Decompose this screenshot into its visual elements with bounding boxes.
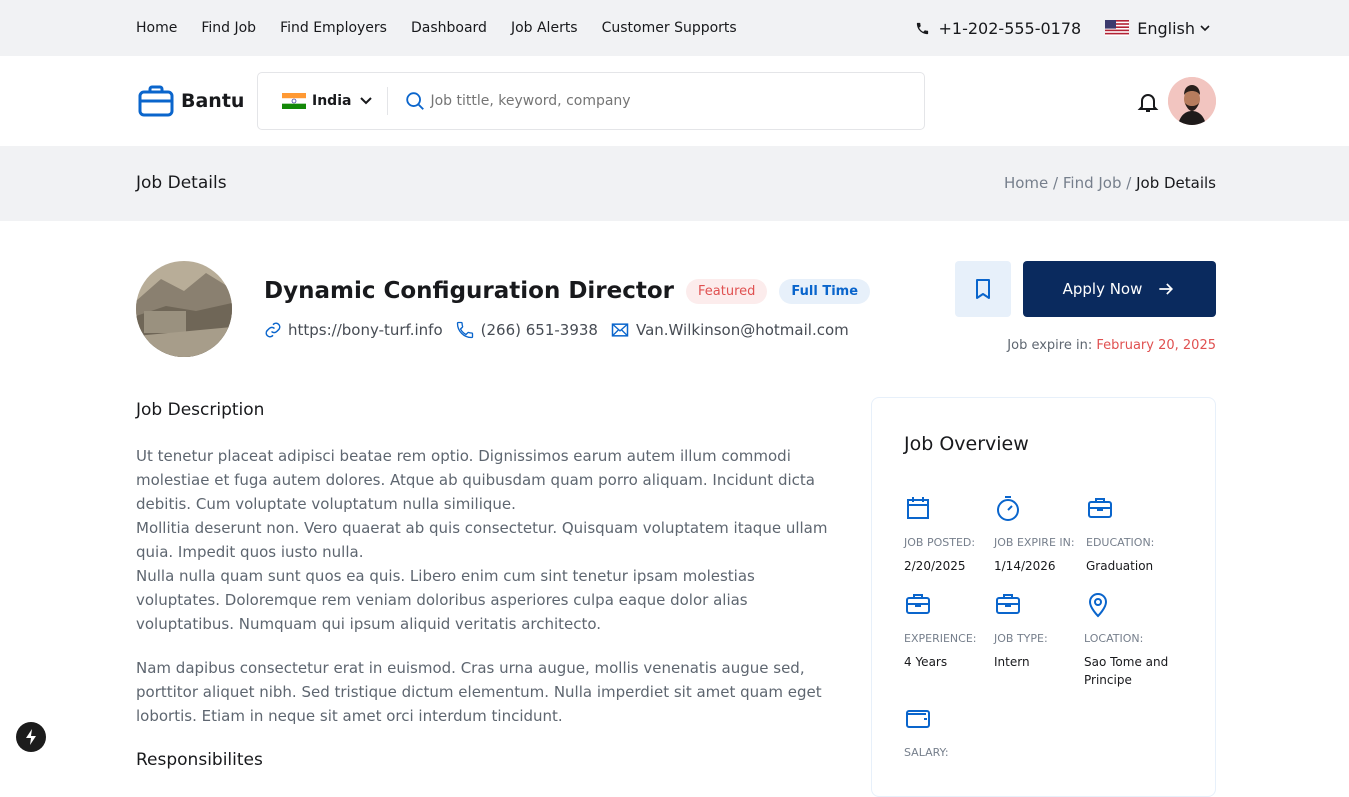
overview-education: EDUCATION: Graduation <box>1086 494 1176 575</box>
chevron-down-icon <box>360 97 373 105</box>
responsibilities-title: Responsibilites <box>136 750 263 770</box>
briefcase-icon <box>996 594 1020 614</box>
nav-job-alerts[interactable]: Job Alerts <box>511 20 578 36</box>
overview-label: SALARY: <box>904 746 949 759</box>
description-line: Nulla nulla quam sunt quos ea quis. Libe… <box>136 567 755 633</box>
description-line: Mollitia deserunt non. Vero quaerat ab q… <box>136 519 828 561</box>
briefcase-logo-icon <box>138 85 174 117</box>
india-flag-icon <box>282 93 306 109</box>
expire-label: Job expire in: <box>1007 338 1093 353</box>
chevron-down-icon <box>1200 25 1210 32</box>
support-phone[interactable]: +1-202-555-0178 <box>915 18 1082 38</box>
apply-now-label: Apply Now <box>1062 280 1143 298</box>
language-label: English <box>1137 18 1195 38</box>
logo[interactable]: Bantu <box>138 83 244 119</box>
overview-value: 1/14/2026 <box>994 559 1056 573</box>
job-overview-card: Job Overview JOB POSTED: 2/20/2025 JOB E… <box>871 397 1216 797</box>
breadcrumb-current: Job Details <box>1136 174 1216 192</box>
envelope-icon <box>611 323 629 337</box>
overview-label: EXPERIENCE: <box>904 632 977 645</box>
overview-job-expire: JOB EXPIRE IN: 1/14/2026 <box>994 494 1084 575</box>
bookmark-icon <box>976 279 990 299</box>
overview-experience: EXPERIENCE: 4 Years <box>904 590 994 671</box>
top-bar: Home Find Job Find Employers Dashboard J… <box>0 0 1349 56</box>
nav-find-job[interactable]: Find Job <box>201 20 256 36</box>
language-select[interactable]: English <box>1105 19 1215 38</box>
phone-icon <box>916 22 928 34</box>
overview-label: LOCATION: <box>1084 632 1144 645</box>
breadcrumb-bar: Job Details Home / Find Job / Job Detail… <box>0 146 1349 221</box>
apply-now-button[interactable]: Apply Now <box>1023 261 1216 317</box>
wallet-icon <box>906 710 930 728</box>
company-logo <box>136 261 232 357</box>
job-overview-title: Job Overview <box>904 433 1029 455</box>
arrow-right-icon <box>1159 283 1174 295</box>
overview-label: JOB TYPE: <box>994 632 1048 645</box>
timer-icon <box>997 496 1019 521</box>
bell-icon[interactable] <box>1136 90 1160 114</box>
search-bar: India <box>257 72 925 130</box>
phone-number: +1-202-555-0178 <box>938 18 1082 38</box>
main-header: Bantu India <box>0 56 1349 146</box>
website-text: https://bony-turf.info <box>288 321 443 339</box>
overview-label: JOB EXPIRE IN: <box>994 536 1075 549</box>
job-description-title: Job Description <box>136 400 265 420</box>
website-link[interactable]: https://bony-turf.info <box>264 321 443 339</box>
overview-job-posted: JOB POSTED: 2/20/2025 <box>904 494 994 575</box>
description-paragraph: Nam dapibus consectetur erat in euismod.… <box>136 659 822 725</box>
expire-date: February 20, 2025 <box>1096 338 1216 353</box>
bookmark-button[interactable] <box>955 261 1011 317</box>
us-flag-icon <box>1105 20 1130 36</box>
overview-value: 4 Years <box>904 655 948 669</box>
email-link[interactable]: Van.Wilkinson@hotmail.com <box>610 320 849 340</box>
search-input[interactable] <box>430 93 911 109</box>
country-select[interactable]: India <box>258 87 389 115</box>
nav-dashboard[interactable]: Dashboard <box>411 20 487 36</box>
nav-find-employers[interactable]: Find Employers <box>280 20 387 36</box>
nav-home[interactable]: Home <box>136 20 177 36</box>
calendar-icon <box>907 497 929 519</box>
logo-text: Bantu <box>181 90 245 112</box>
description-line: Ut tenetur placeat adipisci beatae rem o… <box>136 447 815 513</box>
overview-value: 2/20/2025 <box>904 559 966 573</box>
overview-value: Intern <box>994 655 1030 669</box>
page-title: Job Details <box>136 173 227 193</box>
company-logo-image <box>136 261 232 357</box>
overview-job-type: JOB TYPE: Intern <box>994 590 1084 671</box>
overview-salary: SALARY: <box>904 704 994 759</box>
link-icon <box>265 322 281 338</box>
lightning-icon <box>26 729 36 745</box>
phone-link[interactable]: (266) 651-3938 <box>455 320 598 340</box>
job-contact-info: https://bony-turf.info (266) 651-3938 Va… <box>264 320 861 340</box>
job-type-badge: Full Time <box>779 278 871 304</box>
dev-tools-button[interactable] <box>16 722 46 752</box>
nav-customer-supports[interactable]: Customer Supports <box>602 20 737 36</box>
breadcrumb-separator: / <box>1126 174 1137 192</box>
email-text: Van.Wilkinson@hotmail.com <box>635 321 849 339</box>
job-title: Dynamic Configuration Director <box>264 278 675 304</box>
phone-icon <box>456 321 473 339</box>
avatar-image <box>1168 77 1216 125</box>
overview-value: Sao Tome and Principe <box>1084 655 1169 687</box>
phone-text: (266) 651-3938 <box>480 321 598 339</box>
job-description-text: Ut tenetur placeat adipisci beatae rem o… <box>136 444 836 748</box>
overview-label: EDUCATION: <box>1086 536 1155 549</box>
briefcase-icon <box>1088 498 1112 518</box>
breadcrumb-home[interactable]: Home <box>1004 174 1048 192</box>
overview-location: LOCATION: Sao Tome and Principe <box>1084 590 1174 689</box>
country-name: India <box>312 93 352 109</box>
breadcrumb: Home / Find Job / Job Details <box>1004 174 1216 192</box>
search-icon <box>406 92 425 110</box>
briefcase-icon <box>906 594 930 614</box>
featured-badge: Featured <box>686 278 768 304</box>
breadcrumb-find-job[interactable]: Find Job <box>1063 174 1122 192</box>
avatar[interactable] <box>1168 77 1216 125</box>
map-pin-icon <box>1088 593 1108 618</box>
top-nav: Home Find Job Find Employers Dashboard J… <box>136 0 761 56</box>
job-expire-info: Job expire in: February 20, 2025 <box>1007 338 1216 353</box>
overview-label: JOB POSTED: <box>904 536 976 549</box>
overview-value: Graduation <box>1086 559 1154 573</box>
breadcrumb-separator: / <box>1053 174 1063 192</box>
